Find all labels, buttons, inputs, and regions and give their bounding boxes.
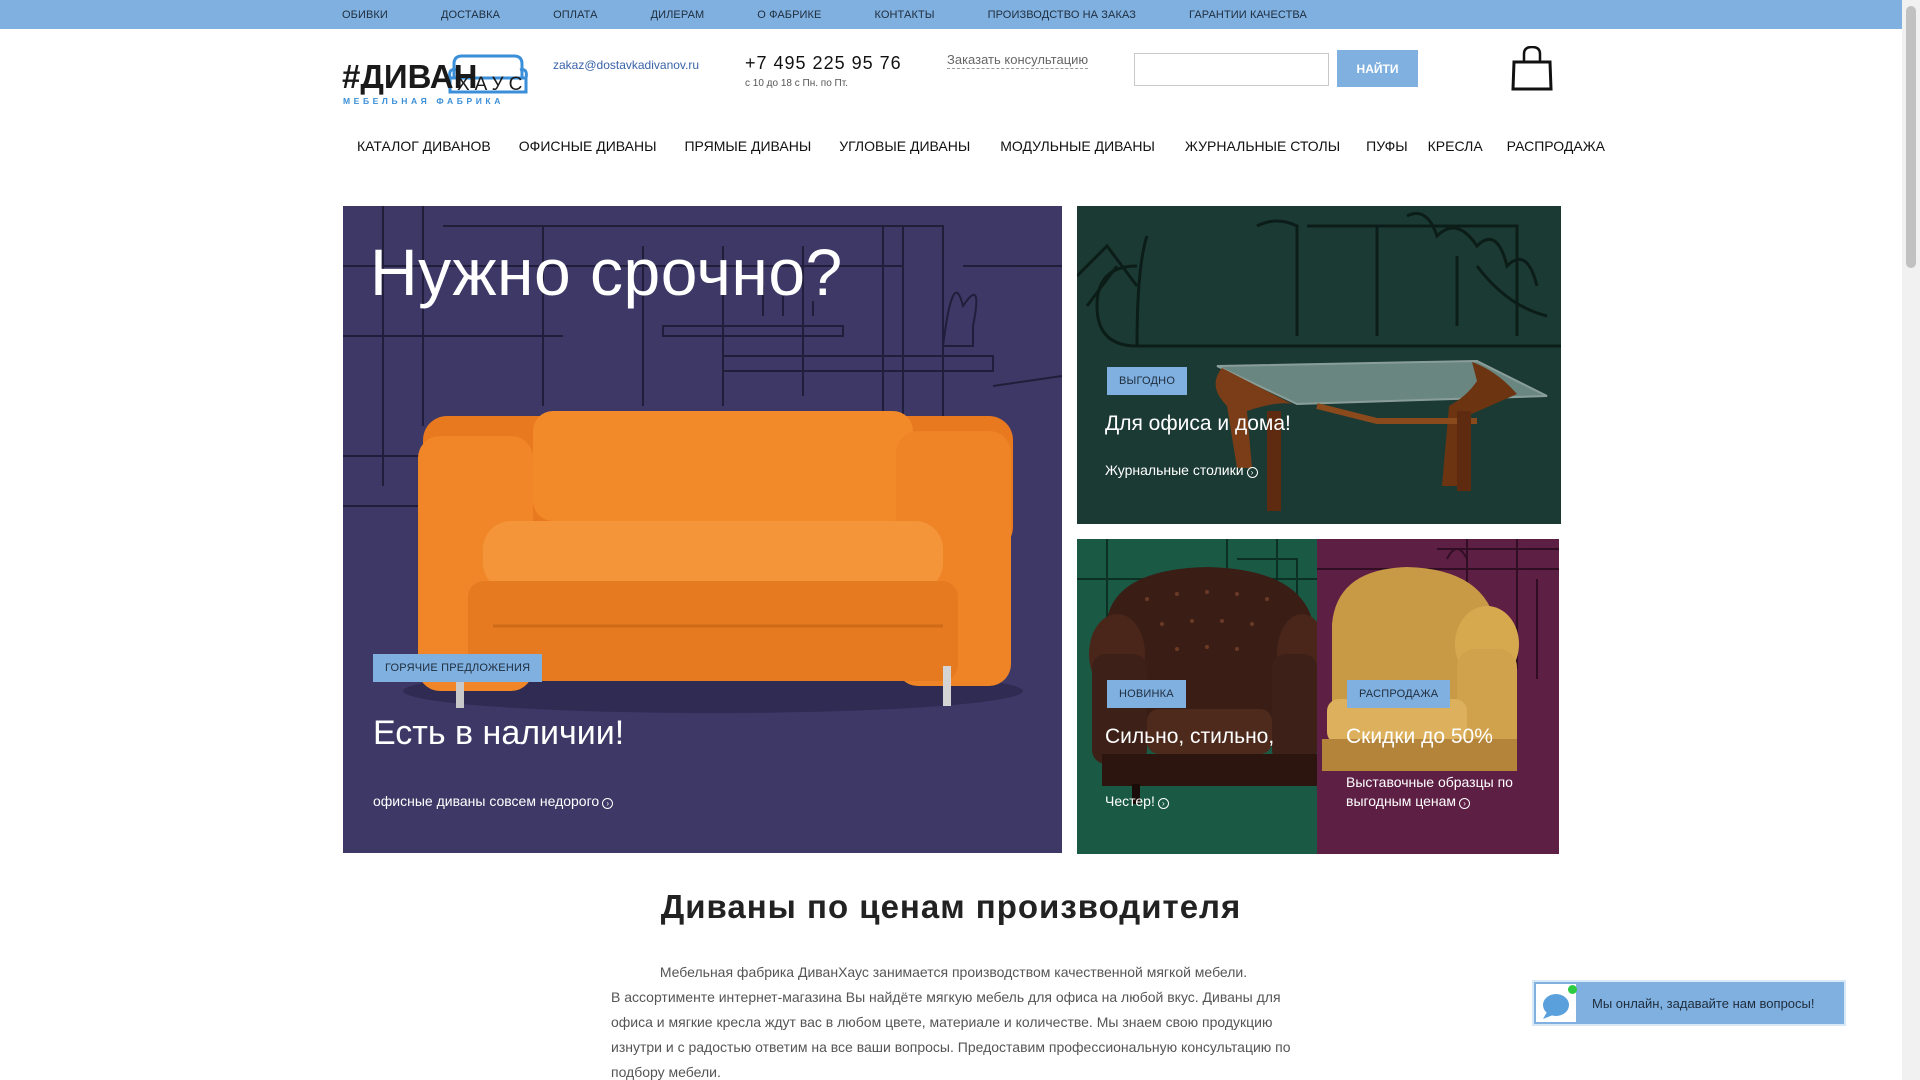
online-chat-widget[interactable]: Мы онлайн, задавайте нам вопросы! [1532,980,1846,1026]
nav-corner-sofas[interactable]: УГЛОВЫЕ ДИВАНЫ [839,138,970,154]
page-scrollbar[interactable] [1902,0,1920,1080]
logo-subtitle: МЕБЕЛЬНАЯ ФАБРИКА [343,96,504,106]
banner-in-stock[interactable]: Нужно срочно? ГОРЯЧИЕ ПРЕДЛОЖЕНИЯ Есть в… [343,206,1062,853]
header-email[interactable]: zakaz@dostavkadivanov.ru [553,58,699,72]
cart-icon[interactable] [1511,45,1553,91]
chester-title: Сильно, стильно, [1105,725,1275,748]
sale-link-line2: выгодным ценам [1346,793,1457,809]
sale-link[interactable]: Выставочные образцы по выгодным ценам › [1346,773,1513,811]
scrollbar-thumb[interactable] [1906,6,1916,268]
top-link-upholstery[interactable]: ОБИВКИ [342,9,388,21]
top-link-dealers[interactable]: ДИЛЕРАМ [651,9,705,21]
chester-link-text: Честер! [1105,793,1155,809]
coffee-tables-title: Для офиса и дома! [1105,412,1291,435]
arrow-circle-icon: › [602,798,614,809]
hero-headline: Нужно срочно? [370,235,843,309]
nav-coffee-tables[interactable]: ЖУРНАЛЬНЫЕ СТОЛЫ [1185,138,1340,154]
phone-hours: с 10 до 18 с Пн. по Пт. [745,78,848,89]
arrow-circle-icon: › [1246,467,1258,478]
sale-link-line1: Выставочные образцы по [1346,774,1513,790]
chester-link[interactable]: Честер! › [1105,792,1169,811]
search-button[interactable]: НАЙТИ [1337,50,1418,87]
hot-offers-badge: ГОРЯЧИЕ ПРЕДЛОЖЕНИЯ [373,654,543,682]
nav-armchairs[interactable]: КРЕСЛА [1428,138,1483,154]
nav-poufs[interactable]: ПУФЫ [1366,138,1408,154]
top-link-about[interactable]: О ФАБРИКЕ [757,9,821,21]
main-nav: КАТАЛОГ ДИВАНОВ ОФИСНЫЕ ДИВАНЫ ПРЯМЫЕ ДИ… [357,138,1605,154]
intro-body: В ассортименте интернет-магазина Вы найд… [611,989,1291,1080]
banner-sale[interactable]: РАСПРОДАЖА Скидки до 50% Выставочные обр… [1317,539,1559,854]
consultation-link[interactable]: Заказать консультацию [947,52,1089,69]
coffee-tables-link-text: Журнальные столики [1105,462,1244,478]
in-stock-link-text: офисные диваны совсем недорого [373,793,600,809]
sale-badge: РАСПРОДАЖА [1347,680,1451,708]
in-stock-title: Есть в наличии! [373,714,625,752]
section-title: Диваны по ценам производителя [660,888,1242,925]
glass-table-image [1215,359,1548,511]
top-link-quality[interactable]: ГАРАНТИИ КАЧЕСТВА [1189,9,1307,21]
top-link-delivery[interactable]: ДОСТАВКА [441,9,500,21]
new-badge: НОВИНКА [1107,680,1186,708]
top-links: ОБИВКИ ДОСТАВКА ОПЛАТА ДИЛЕРАМ О ФАБРИКЕ… [342,0,1360,29]
online-status-dot [1568,985,1577,994]
banner-chester[interactable]: НОВИНКА Сильно, стильно, Честер! › [1077,539,1317,854]
sale-title: Скидки до 50% [1346,725,1493,748]
nav-modular-sofas[interactable]: МОДУЛЬНЫЕ ДИВАНЫ [1000,138,1155,154]
logo[interactable]: #ДИВАН ХАУС МЕБЕЛЬНАЯ ФАБРИКА [342,52,528,108]
top-link-custom[interactable]: ПРОИЗВОДСТВО НА ЗАКАЗ [988,9,1136,21]
top-link-contacts[interactable]: КОНТАКТЫ [874,9,934,21]
top-link-payment[interactable]: ОПЛАТА [553,9,597,21]
chat-text: Мы онлайн, задавайте нам вопросы! [1592,996,1815,1011]
in-stock-link[interactable]: офисные диваны совсем недорого › [373,792,614,811]
coffee-tables-link[interactable]: Журнальные столики › [1105,461,1258,480]
intro-text: Мебельная фабрика ДиванХаус занимается п… [611,960,1296,1080]
sofa-logo-icon: #ДИВАН ХАУС МЕБЕЛЬНАЯ ФАБРИКА [342,54,528,106]
nav-catalog[interactable]: КАТАЛОГ ДИВАНОВ [357,138,491,154]
logo-accent: ХАУС [457,74,527,95]
banner-coffee-tables[interactable]: ВЫГОДНО Для офиса и дома! Журнальные сто… [1077,206,1561,524]
intro-first-line: Мебельная фабрика ДиванХаус занимается п… [659,964,1248,980]
arrow-circle-icon: › [1157,798,1169,809]
profitable-badge: ВЫГОДНО [1107,367,1188,395]
arrow-circle-icon: › [1459,798,1471,809]
header-phone[interactable]: +7 495 225 95 76 [745,53,902,74]
chat-icon [1536,984,1577,1022]
nav-sale[interactable]: РАСПРОДАЖА [1507,138,1605,154]
nav-straight-sofas[interactable]: ПРЯМЫЕ ДИВАНЫ [684,138,811,154]
search-input[interactable] [1134,53,1329,86]
top-bar: ОБИВКИ ДОСТАВКА ОПЛАТА ДИЛЕРАМ О ФАБРИКЕ… [0,0,1902,29]
nav-office-sofas[interactable]: ОФИСНЫЕ ДИВАНЫ [519,138,657,154]
